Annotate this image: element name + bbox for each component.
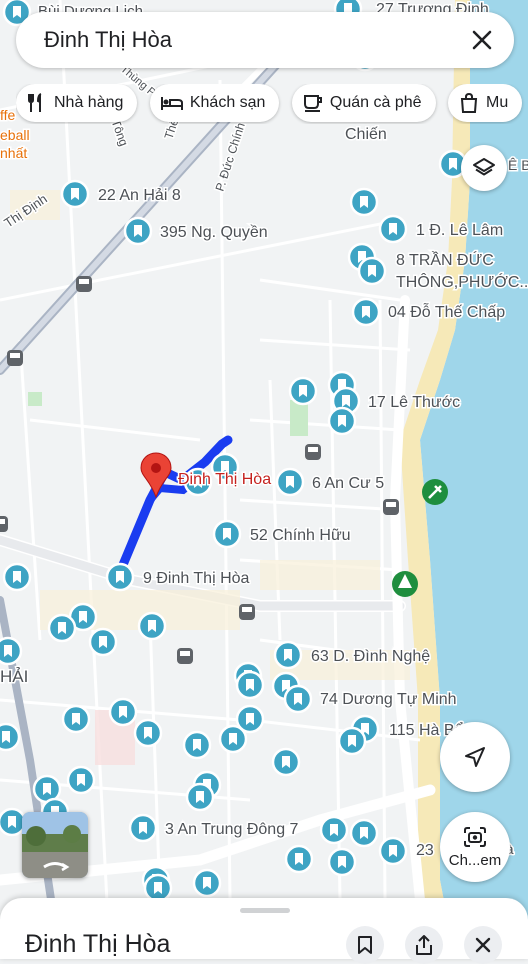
street-label: Đinh Thị Hòa (178, 471, 271, 488)
place-pin-icon[interactable] (351, 297, 381, 327)
layers-button[interactable] (461, 145, 507, 191)
area-label: eball (0, 127, 30, 143)
pin-label: 3 An Trung Đông 7 (165, 821, 299, 838)
place-pin-icon[interactable] (284, 844, 314, 874)
lens-label: Ch...em (448, 852, 502, 869)
place-pin-icon[interactable] (66, 765, 96, 795)
place-pin-icon[interactable] (212, 519, 242, 549)
place-pin-icon[interactable] (283, 684, 313, 714)
pin-label: 63 D. Đình Nghệ (311, 648, 430, 665)
chip-shopping[interactable]: Mu (447, 84, 523, 122)
close-icon (475, 937, 491, 953)
place-pin-icon[interactable] (0, 636, 23, 666)
place-pin-icon[interactable] (61, 704, 91, 734)
place-pin-icon[interactable] (349, 818, 379, 848)
place-pin-icon[interactable] (128, 813, 158, 843)
street-view-thumbnail[interactable] (22, 812, 88, 878)
place-pin-icon[interactable] (319, 815, 349, 845)
place-pin-icon[interactable] (0, 722, 21, 752)
search-input[interactable]: Đinh Thị Hòa (44, 27, 464, 53)
chip-label: Nhà hàng (54, 94, 124, 111)
place-pin-icon[interactable] (47, 613, 77, 643)
navigation-button[interactable] (440, 722, 510, 792)
area-label: Ê Bế (508, 157, 528, 173)
close-icon[interactable] (464, 22, 500, 58)
place-pin-icon[interactable] (2, 562, 32, 592)
map-label: Chiến (345, 126, 387, 143)
place-pin-icon[interactable] (378, 214, 408, 244)
pin-label: 17 Lê Thước (368, 394, 460, 411)
share-button[interactable] (405, 926, 443, 964)
search-bar[interactable]: Đinh Thị Hòa (16, 12, 514, 68)
camera-search-icon (464, 827, 486, 847)
place-pin-icon[interactable] (105, 562, 135, 592)
pin-label: 8 TRẦN ĐỨC (396, 250, 494, 269)
category-chips: Nhà hàng Khách sạn Quán cà phê Mu (16, 84, 528, 124)
chip-restaurants[interactable]: Nhà hàng (16, 84, 138, 122)
place-pin-icon[interactable] (218, 724, 248, 754)
place-pin-icon[interactable] (357, 256, 387, 286)
shopping-bag-icon (460, 92, 478, 113)
bus-stop-icon[interactable] (383, 499, 399, 515)
chip-hotels[interactable]: Khách sạn (149, 84, 280, 122)
chip-label: Mu (485, 94, 509, 111)
place-pin-icon[interactable] (123, 216, 153, 246)
place-pin-icon[interactable] (271, 747, 301, 777)
lens-button[interactable]: Ch...em (440, 812, 510, 882)
place-title: Đinh Thị Hòa (25, 930, 171, 958)
close-sheet-button[interactable] (464, 926, 502, 964)
place-pin-icon[interactable] (273, 640, 303, 670)
bus-stop-icon[interactable] (7, 350, 23, 366)
pin-label: 1 Đ. Lê Lâm (416, 222, 503, 239)
area-label: nhất (0, 145, 27, 161)
share-icon (416, 935, 432, 955)
pin-label: 395 Ng. Quyền (160, 224, 268, 241)
pin-label: 23 (416, 842, 434, 859)
place-sheet[interactable]: Đinh Thị Hòa (0, 898, 528, 964)
pin-label: 6 An Cư 5 (312, 475, 384, 492)
place-pin-icon[interactable] (349, 187, 379, 217)
hotel-icon (160, 97, 183, 110)
area-label: ffe (0, 107, 16, 123)
chip-coffee[interactable]: Quán cà phê (291, 84, 436, 122)
place-pin-icon[interactable] (185, 782, 215, 812)
place-pin-icon[interactable] (133, 718, 163, 748)
place-pin-icon[interactable] (327, 847, 357, 877)
place-pin-icon[interactable] (108, 697, 138, 727)
area-label: HẢI (0, 667, 28, 686)
pin-label: THÔNG,PHƯỚC... (396, 272, 528, 291)
restaurant-icon (28, 93, 42, 112)
navigation-arrow-icon (465, 747, 485, 767)
chip-label: Khách sạn (189, 94, 266, 111)
place-pin-icon[interactable] (182, 730, 212, 760)
layers-icon (473, 158, 495, 176)
bus-stop-icon[interactable] (0, 516, 8, 532)
bus-stop-icon[interactable] (239, 604, 255, 620)
coffee-icon (303, 95, 322, 112)
bus-stop-icon[interactable] (76, 276, 92, 292)
drag-handle[interactable] (240, 908, 290, 913)
pin-label: 22 An Hải 8 (98, 187, 181, 204)
place-pin-icon[interactable] (60, 179, 90, 209)
bus-stop-icon[interactable] (177, 648, 193, 664)
pin-label: 04 Đỗ Thế Chấp (388, 302, 505, 321)
place-pin-icon[interactable] (137, 611, 167, 641)
pin-label: 74 Dương Tự Minh (320, 691, 457, 708)
place-pin-icon[interactable] (288, 376, 318, 406)
pin-label: 52 Chính Hữu (250, 527, 351, 544)
bus-stop-icon[interactable] (305, 444, 321, 460)
place-pin-icon[interactable] (192, 868, 222, 898)
place-pin-icon[interactable] (378, 836, 408, 866)
place-pin-icon[interactable] (337, 726, 367, 756)
pin-label: 9 Đinh Thị Hòa (143, 570, 250, 587)
place-pin-icon[interactable] (275, 467, 305, 497)
chip-label: Quán cà phê (329, 94, 422, 111)
save-button[interactable] (346, 926, 384, 964)
place-pin-icon[interactable] (88, 627, 118, 657)
bookmark-icon (358, 936, 372, 954)
place-pin-icon[interactable] (327, 406, 357, 436)
place-pin-icon[interactable] (235, 670, 265, 700)
